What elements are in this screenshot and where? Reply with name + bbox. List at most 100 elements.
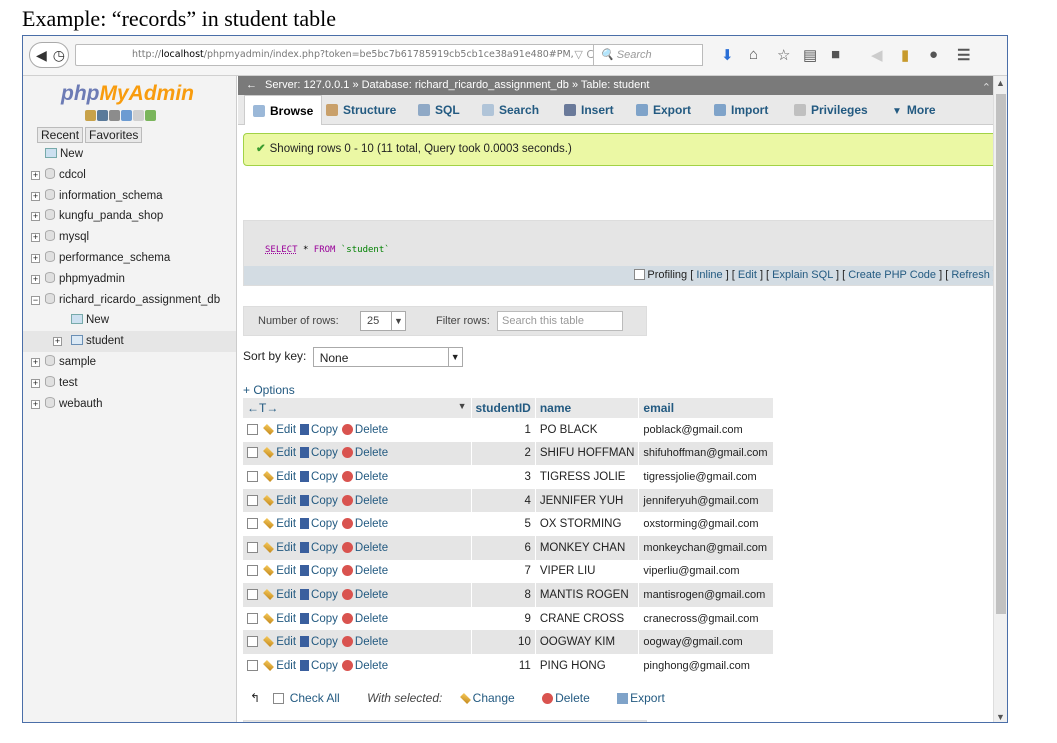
cell-name[interactable]: PO BLACK (535, 418, 640, 442)
home-icon[interactable] (85, 110, 96, 121)
tree-item-db[interactable]: + phpmyadmin (23, 269, 236, 290)
download-icon[interactable]: ⬇ (721, 46, 734, 64)
delete-row-button[interactable]: Delete (341, 494, 388, 507)
edit-row-button[interactable]: Edit (263, 613, 296, 625)
cell-studentid[interactable]: 6 (471, 535, 536, 560)
tree-item-student[interactable]: + student (23, 331, 236, 352)
cell-name[interactable]: CRANE CROSS (535, 606, 640, 631)
edit-row-button[interactable]: Edit (263, 447, 296, 459)
expand-icon[interactable]: + (31, 274, 40, 284)
delete-row-button[interactable]: Delete (341, 541, 388, 554)
query-window-icon[interactable] (109, 110, 120, 121)
tab-import[interactable]: Import (706, 95, 776, 125)
tree-item-db[interactable]: + kungfu_panda_shop (23, 206, 236, 227)
check-all-link[interactable]: Check All (290, 691, 340, 705)
scroll-down-icon[interactable]: ▼ (996, 712, 1005, 722)
tab-more[interactable]: ▼ More (884, 95, 944, 125)
column-header-email[interactable]: email (638, 398, 775, 418)
menu-icon[interactable]: ☰ (957, 46, 970, 64)
tree-item-db[interactable]: + webauth (23, 394, 236, 415)
delete-row-button[interactable]: Delete (341, 518, 388, 530)
expand-icon[interactable]: + (31, 212, 40, 222)
inline-link[interactable]: Inline (696, 269, 722, 281)
change-selected-button[interactable]: Change (459, 691, 515, 705)
recent-tab[interactable]: Recent (37, 127, 84, 143)
copy-row-button[interactable]: Copy (300, 565, 338, 577)
edit-row-button[interactable]: Edit (263, 518, 296, 530)
edit-row-button[interactable]: Edit (263, 565, 296, 577)
copy-row-button[interactable]: Copy (300, 636, 338, 648)
filter-rows-input[interactable]: Search this table (497, 311, 623, 331)
tab-privileges[interactable]: Privileges (786, 95, 876, 125)
cell-email[interactable]: tigressjolie@gmail.com (638, 465, 775, 489)
collapse-icon[interactable]: − (31, 295, 40, 305)
cell-email[interactable]: monkeychan@gmail.com (638, 535, 775, 560)
cell-studentid[interactable]: 4 (471, 488, 536, 513)
delete-row-button[interactable]: Delete (341, 470, 388, 483)
bookmark-star-icon[interactable]: ☆ (777, 46, 790, 64)
cell-studentid[interactable]: 3 (471, 465, 536, 489)
cell-name[interactable]: MONKEY CHAN (535, 535, 640, 560)
cell-name[interactable]: OX STORMING (535, 512, 640, 536)
pocket-icon[interactable]: ▮ (901, 46, 909, 64)
cell-name[interactable]: MANTIS ROGEN (535, 583, 640, 607)
extension-icon[interactable]: ■ (831, 46, 840, 63)
row-checkbox[interactable] (247, 636, 258, 648)
page-scrollbar[interactable]: ▲ ▼ (993, 76, 1007, 722)
favorites-tab[interactable]: Favorites (85, 127, 143, 143)
send-icon[interactable]: ◀ (871, 46, 883, 64)
cell-studentid[interactable]: 9 (471, 606, 536, 631)
export-selected-button[interactable]: Export (617, 691, 665, 705)
profiling-checkbox[interactable] (634, 269, 646, 280)
expand-icon[interactable]: + (31, 233, 40, 243)
tree-item-db[interactable]: + cdcol (23, 165, 236, 186)
copy-row-button[interactable]: Copy (300, 659, 338, 672)
cell-studentid[interactable]: 8 (471, 583, 536, 607)
tree-item-db[interactable]: + performance_schema (23, 248, 236, 269)
cell-email[interactable]: shifuhoffman@gmail.com (638, 441, 775, 466)
logout-icon[interactable] (97, 110, 108, 121)
tree-item-new-table[interactable]: New (23, 310, 236, 331)
cell-email[interactable]: oogway@gmail.com (638, 630, 775, 654)
edit-row-button[interactable]: Edit (263, 589, 296, 601)
column-header-studentid[interactable]: studentID (471, 398, 536, 418)
edit-row-button[interactable]: Edit (263, 471, 296, 483)
row-checkbox[interactable] (247, 565, 258, 577)
sort-dropdown-icon[interactable]: ▼ (458, 401, 467, 411)
edit-row-button[interactable]: Edit (263, 424, 296, 436)
cell-studentid[interactable]: 2 (471, 441, 536, 466)
cell-email[interactable]: pinghong@gmail.com (638, 653, 775, 678)
tree-item-db[interactable]: + information_schema (23, 186, 236, 207)
tab-browse[interactable]: Browse (244, 95, 323, 125)
delete-row-button[interactable]: Delete (341, 423, 388, 436)
delete-row-button[interactable]: Delete (341, 565, 388, 577)
row-checkbox[interactable] (247, 612, 258, 624)
row-checkbox[interactable] (247, 447, 258, 459)
delete-row-button[interactable]: Delete (341, 636, 388, 648)
tab-structure[interactable]: Structure (318, 95, 404, 125)
column-header-name[interactable]: name (535, 398, 640, 418)
sql-query[interactable]: SELECT * FROM `student` (265, 245, 390, 255)
row-checkbox[interactable] (247, 423, 258, 435)
chat-icon[interactable]: ● (929, 46, 938, 63)
expand-icon[interactable]: + (31, 253, 40, 263)
expand-icon[interactable]: + (31, 191, 40, 201)
cell-studentid[interactable]: 5 (471, 512, 536, 536)
column-resize-icon[interactable]: ←T→ (247, 401, 278, 415)
edit-row-button[interactable]: Edit (263, 636, 296, 648)
rows-select[interactable]: 25 ▼ (360, 311, 406, 331)
refresh-link[interactable]: Refresh (951, 269, 990, 281)
expand-icon[interactable]: + (53, 337, 62, 347)
tree-item-db[interactable]: + mysql (23, 227, 236, 248)
cell-email[interactable]: poblack@gmail.com (638, 418, 775, 442)
edit-row-button[interactable]: Edit (263, 495, 296, 507)
cell-email[interactable]: mantisrogen@gmail.com (638, 583, 775, 607)
phpmyadmin-logo[interactable]: phpMyAdmin (61, 82, 194, 106)
reading-list-icon[interactable]: ▤ (803, 46, 817, 64)
cell-name[interactable]: TIGRESS JOLIE (535, 465, 640, 489)
expand-icon[interactable]: + (31, 399, 40, 409)
expand-icon[interactable]: + (31, 378, 40, 388)
row-checkbox[interactable] (247, 659, 258, 671)
copy-row-button[interactable]: Copy (300, 541, 338, 554)
docs-icon[interactable] (133, 110, 144, 121)
